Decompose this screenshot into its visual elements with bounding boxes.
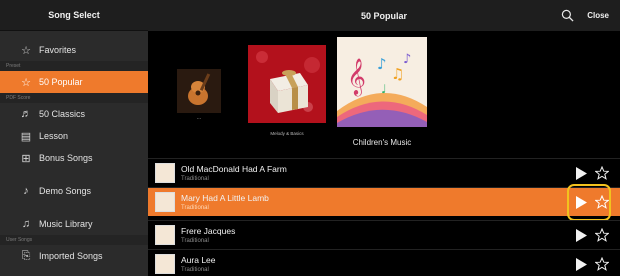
sidebar-item-label: Music Library <box>39 219 93 229</box>
album-strip: ... Melody & Basics 𝄞 ♪ ♫ ♪ ♩ Children's… <box>148 31 620 158</box>
search-icon[interactable] <box>561 9 574 22</box>
song-row[interactable]: Aura Lee Traditional <box>148 249 620 276</box>
song-subtitle: Traditional <box>181 267 209 273</box>
import-icon: ⎘ <box>21 249 31 262</box>
song-title: Mary Had A Little Lamb <box>181 193 269 203</box>
sidebar-item-50-popular[interactable]: ☆ 50 Popular <box>0 71 148 93</box>
sidebar-title: Song Select <box>0 0 148 31</box>
sidebar-item-lesson[interactable]: ▤ Lesson <box>0 125 148 147</box>
song-thumbnail <box>155 254 175 274</box>
song-thumbnail <box>155 192 175 212</box>
sidebar-item-label: 50 Classics <box>39 109 86 119</box>
star-icon: ☆ <box>21 76 31 89</box>
album-cover-gift[interactable] <box>248 45 326 123</box>
star-icon[interactable] <box>595 257 609 271</box>
sidebar-item-bonus-songs[interactable]: ⊞ Bonus Songs <box>0 147 148 169</box>
svg-text:♪: ♪ <box>403 52 411 67</box>
svg-text:𝄞: 𝄞 <box>347 57 366 96</box>
sidebar-item-label: Demo Songs <box>39 186 92 196</box>
song-row-selected[interactable]: Mary Had A Little Lamb Traditional <box>148 184 620 221</box>
sidebar-item-demo-songs[interactable]: ♪ Demo Songs <box>0 179 148 203</box>
svg-text:♩: ♩ <box>381 82 387 96</box>
sidebar-item-music-library[interactable]: ♫ Music Library <box>0 213 148 235</box>
library-icon: ♫ <box>21 218 31 230</box>
song-list: Old MacDonald Had A Farm Traditional Mar… <box>148 158 620 276</box>
sidebar-item-label: Bonus Songs <box>39 153 93 163</box>
album-caption: Children's Music <box>352 138 412 147</box>
sidebar-item-50-classics[interactable]: ♬ 50 Classics <box>0 103 148 125</box>
star-icon[interactable] <box>595 166 609 180</box>
top-bar: 50 Popular Close <box>148 0 620 31</box>
song-row[interactable]: Frere Jacques Traditional <box>148 220 620 249</box>
play-icon[interactable] <box>575 167 587 180</box>
song-row[interactable]: Old MacDonald Had A Farm Traditional <box>148 158 620 187</box>
svg-text:♪: ♪ <box>377 55 387 73</box>
sidebar-item-label: Imported Songs <box>39 251 103 261</box>
song-title: Old MacDonald Had A Farm <box>181 164 287 174</box>
play-icon[interactable] <box>575 229 587 242</box>
gift-icon: ⊞ <box>21 152 31 165</box>
guitar-artwork <box>177 69 221 113</box>
album-cover-childrens-music[interactable]: 𝄞 ♪ ♫ ♪ ♩ <box>337 37 427 127</box>
section-label-preset: Preset <box>0 61 148 71</box>
page-title: 50 Popular <box>360 10 407 21</box>
album-caption: ... <box>196 115 202 121</box>
star-icon[interactable] <box>595 195 609 209</box>
song-title: Frere Jacques <box>181 226 236 236</box>
sidebar-item-label: Favorites <box>39 45 77 55</box>
song-thumbnail <box>155 225 175 245</box>
section-label-user-songs: User Songs <box>0 235 148 245</box>
song-subtitle: Traditional <box>181 205 209 211</box>
score-icon: ♬ <box>20 108 32 120</box>
demo-icon: ♪ <box>23 185 29 197</box>
sidebar-item-imported-songs[interactable]: ⎘ Imported Songs <box>0 245 148 267</box>
svg-text:♫: ♫ <box>391 65 404 83</box>
sidebar-item-favorites[interactable]: ☆ Favorites <box>0 39 148 61</box>
section-label-pdf-score: PDF Score <box>0 93 148 103</box>
star-icon[interactable] <box>595 228 609 242</box>
star-icon: ☆ <box>21 44 31 57</box>
album-caption: Melody & Basics <box>270 131 304 136</box>
sidebar-item-label: 50 Popular <box>39 77 83 87</box>
play-icon[interactable] <box>575 196 587 209</box>
close-button[interactable]: Close <box>587 0 609 31</box>
song-subtitle: Traditional <box>181 176 209 182</box>
gift-artwork <box>248 45 326 123</box>
album-cover-guitar[interactable] <box>177 69 221 113</box>
song-subtitle: Traditional <box>181 238 209 244</box>
sidebar-item-label: Lesson <box>39 131 69 141</box>
sidebar: Song Select ☆ Favorites Preset ☆ 50 Popu… <box>0 0 148 276</box>
song-title: Aura Lee <box>181 255 216 265</box>
music-notes-artwork: 𝄞 ♪ ♫ ♪ ♩ <box>337 37 427 127</box>
lesson-icon: ▤ <box>20 130 32 143</box>
play-icon[interactable] <box>575 258 587 271</box>
song-thumbnail <box>155 163 175 183</box>
